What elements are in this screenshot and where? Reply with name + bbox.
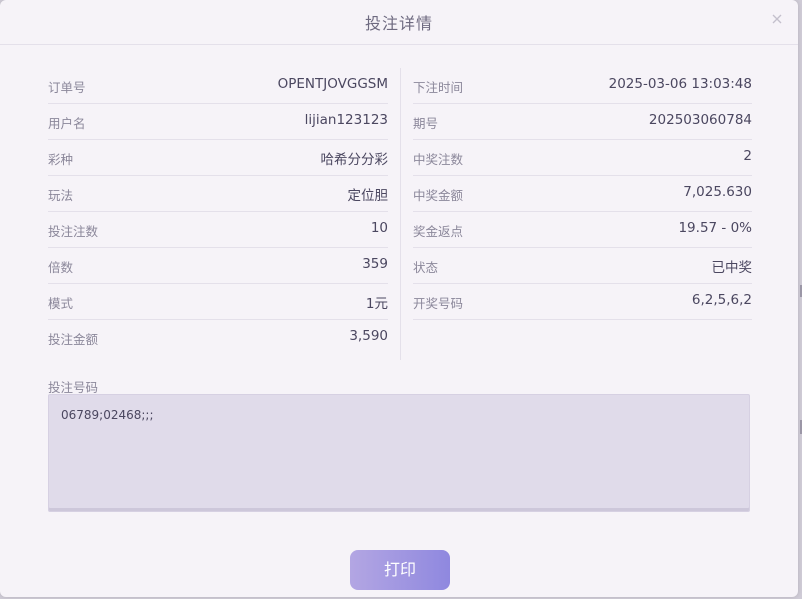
field-value: 3,590 <box>349 328 388 344</box>
field-label: 彩种 <box>48 152 74 167</box>
field-label: 开奖号码 <box>413 296 464 311</box>
print-button[interactable]: 打印 <box>350 550 450 590</box>
field-value: 哈希分分彩 <box>320 152 389 168</box>
detail-row-winning-amount: 中奖金额 7,025.630 <box>413 176 752 212</box>
column-divider <box>400 68 401 360</box>
field-label: 订单号 <box>48 80 86 95</box>
bet-numbers-value: 06789;02468;;; <box>61 408 154 422</box>
field-value: 2 <box>743 148 752 164</box>
field-value: 2025-03-06 13:03:48 <box>608 76 752 92</box>
detail-row-play-method: 玩法 定位胆 <box>48 176 388 212</box>
field-value: lijian123123 <box>304 112 388 128</box>
detail-row-mode: 模式 1元 <box>48 284 388 320</box>
detail-row-bet-time: 下注时间 2025-03-06 13:03:48 <box>413 68 752 104</box>
field-value: 359 <box>362 256 388 272</box>
detail-row-multiplier: 倍数 359 <box>48 248 388 284</box>
field-label: 中奖金额 <box>413 188 464 203</box>
detail-row-issue-no: 期号 202503060784 <box>413 104 752 140</box>
field-value: 1元 <box>365 296 388 312</box>
detail-row-lottery-type: 彩种 哈希分分彩 <box>48 140 388 176</box>
detail-row-status: 状态 已中奖 <box>413 248 752 284</box>
field-label: 玩法 <box>48 188 74 203</box>
field-label: 投注金额 <box>48 332 99 347</box>
dialog-header: 投注详情 <box>0 0 798 45</box>
detail-row-username: 用户名 lijian123123 <box>48 104 388 140</box>
field-label: 状态 <box>413 260 439 275</box>
field-value: 6,2,5,6,2 <box>691 292 752 308</box>
bet-details-dialog: 投注详情 订单号 OPENTJOVGGSM 用户名 lijian123123 彩… <box>0 0 798 597</box>
detail-row-draw-numbers: 开奖号码 6,2,5,6,2 <box>413 284 752 320</box>
close-icon[interactable] <box>768 10 786 28</box>
detail-row-order-no: 订单号 OPENTJOVGGSM <box>48 68 388 104</box>
field-label: 投注注数 <box>48 224 99 239</box>
detail-row-bet-amount: 投注金额 3,590 <box>48 320 388 356</box>
field-label: 用户名 <box>48 116 86 131</box>
field-value: OPENTJOVGGSM <box>277 76 388 92</box>
detail-row-bet-count: 投注注数 10 <box>48 212 388 248</box>
field-value: 202503060784 <box>648 112 752 128</box>
field-label: 倍数 <box>48 260 74 275</box>
field-value: 10 <box>370 220 388 236</box>
field-label: 模式 <box>48 296 74 311</box>
field-value: 7,025.630 <box>683 184 752 200</box>
field-value: 19.57 - 0% <box>678 220 752 236</box>
dialog-title: 投注详情 <box>364 14 433 33</box>
field-label: 中奖注数 <box>413 152 464 167</box>
left-details: 订单号 OPENTJOVGGSM 用户名 lijian123123 彩种 哈希分… <box>48 68 388 356</box>
right-details: 下注时间 2025-03-06 13:03:48 期号 202503060784… <box>413 68 752 320</box>
detail-row-winning-count: 中奖注数 2 <box>413 140 752 176</box>
bet-numbers-box[interactable]: 06789;02468;;; <box>48 394 750 512</box>
detail-row-rebate: 奖金返点 19.57 - 0% <box>413 212 752 248</box>
field-label: 奖金返点 <box>413 224 464 239</box>
field-value: 定位胆 <box>347 188 389 204</box>
field-label: 下注时间 <box>413 80 464 95</box>
field-label: 期号 <box>413 116 439 131</box>
status-value: 已中奖 <box>711 260 753 276</box>
